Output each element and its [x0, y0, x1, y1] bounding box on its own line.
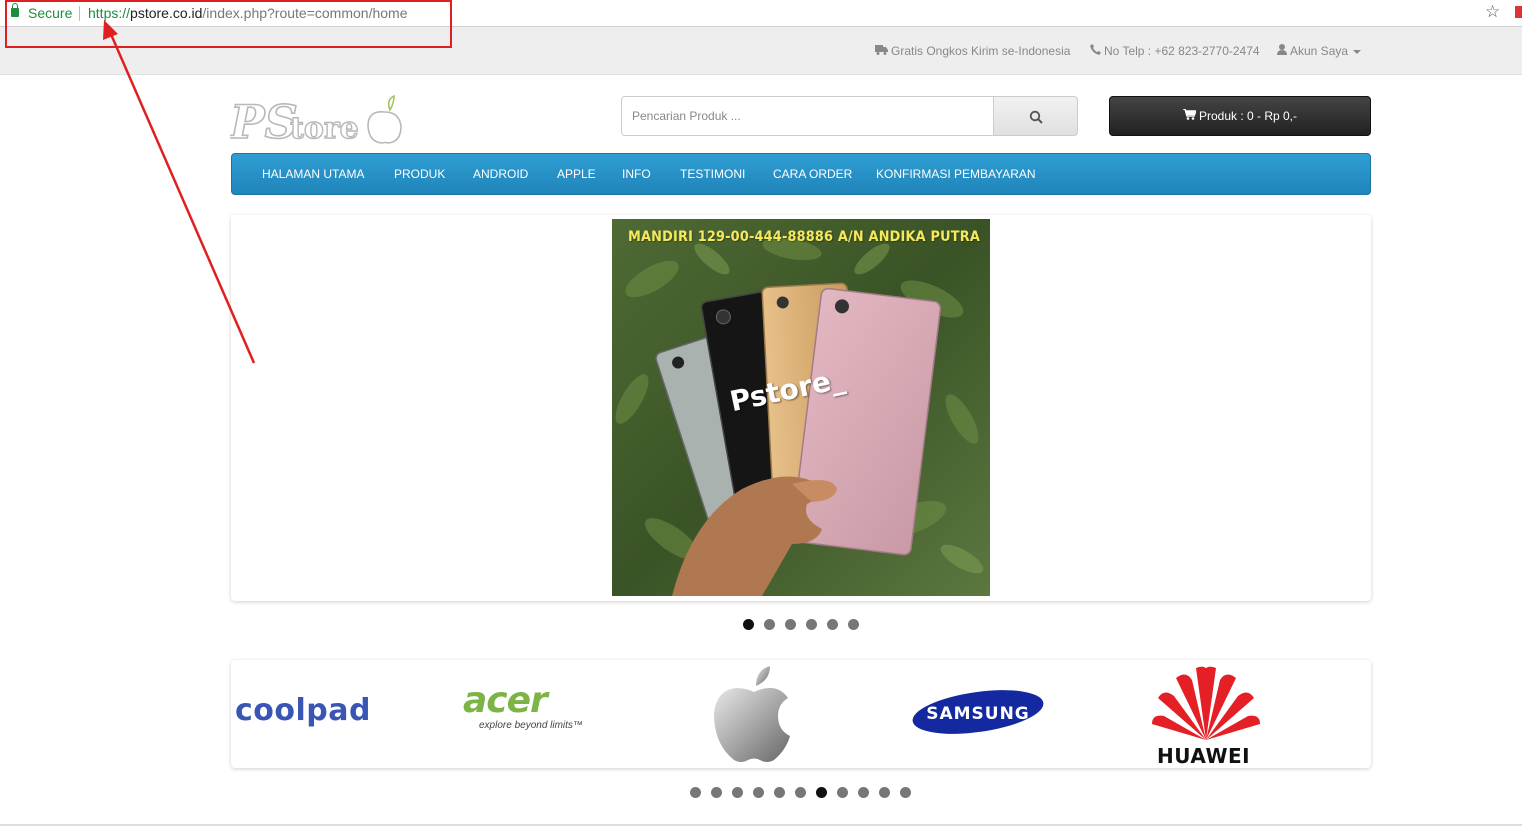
brand-pagination	[690, 787, 912, 799]
cart-icon	[1182, 97, 1198, 135]
slider-dot[interactable]	[848, 619, 859, 630]
brand-logo-samsung[interactable]: SAMSUNG	[912, 690, 1046, 741]
slider-dot[interactable]	[764, 619, 775, 630]
brand-dot[interactable]	[690, 787, 701, 798]
nav-item-halaman-utama[interactable]: HALAMAN UTAMA	[262, 167, 364, 181]
cart-button[interactable]: Produk : 0 - Rp 0,-	[1109, 96, 1371, 136]
slider-pagination	[743, 619, 859, 631]
nav-item-testimoni[interactable]: TESTIMONI	[680, 167, 745, 181]
nav-item-android[interactable]: ANDROID	[473, 167, 528, 181]
account-menu[interactable]: Akun Saya	[1277, 44, 1362, 58]
brand-dot[interactable]	[774, 787, 785, 798]
nav-item-cara-order[interactable]: CARA ORDER	[773, 167, 852, 181]
nav-item-konfirmasi-pembayaran[interactable]: KONFIRMASI PEMBAYARAN	[876, 167, 1036, 181]
phone-icon	[1090, 44, 1101, 58]
site-logo[interactable]: PS tore	[227, 92, 415, 150]
brand-logo-coolpad[interactable]: coolpad	[235, 693, 371, 728]
chevron-down-icon	[1353, 49, 1362, 54]
slider-dot[interactable]	[827, 619, 838, 630]
slider-dot[interactable]	[806, 619, 817, 630]
brand-dot[interactable]	[753, 787, 764, 798]
brand-dot[interactable]	[732, 787, 743, 798]
truck-icon	[875, 44, 888, 58]
extension-icon[interactable]	[1515, 6, 1522, 18]
brand-logo-apple[interactable]	[712, 664, 794, 767]
brand-logo-acer[interactable]: acer	[463, 680, 548, 721]
nav-item-produk[interactable]: PRODUK	[394, 167, 445, 181]
cart-label: Produk : 0 - Rp 0,-	[1198, 109, 1298, 123]
brand-dot[interactable]	[900, 787, 911, 798]
search-icon	[1029, 110, 1043, 124]
banner-account-text: MANDIRI 129-00-444-88886 A/N ANDIKA PUTR…	[628, 229, 980, 245]
acer-tagline: explore beyond limits™	[479, 720, 583, 731]
brand-dot[interactable]	[837, 787, 848, 798]
annotation-highlight-box	[5, 0, 452, 48]
brand-dot[interactable]	[711, 787, 722, 798]
svg-text:tore: tore	[290, 111, 359, 144]
huawei-wordmark: HUAWEI	[1157, 744, 1251, 768]
brand-dot[interactable]	[879, 787, 890, 798]
search-input[interactable]	[621, 96, 994, 136]
shipping-info[interactable]: Gratis Ongkos Kirim se-Indonesia	[875, 44, 1070, 58]
svg-text:PS: PS	[230, 95, 298, 144]
bookmark-star-icon[interactable]: ☆	[1485, 2, 1500, 22]
svg-text:SAMSUNG: SAMSUNG	[926, 704, 1030, 724]
phone-info[interactable]: No Telp : +62 823-2770-2474	[1090, 44, 1260, 58]
search-button[interactable]	[993, 96, 1078, 136]
nav-item-info[interactable]: INFO	[622, 167, 651, 181]
brand-dot[interactable]	[816, 787, 827, 798]
user-icon	[1277, 44, 1287, 58]
main-navigation: HALAMAN UTAMA PRODUK ANDROID APPLE INFO …	[231, 153, 1371, 195]
banner-photo[interactable]	[612, 219, 990, 596]
slider-dot[interactable]	[785, 619, 796, 630]
brand-dot[interactable]	[795, 787, 806, 798]
brand-logo-huawei[interactable]	[1150, 662, 1262, 747]
brand-dot[interactable]	[858, 787, 869, 798]
slider-dot[interactable]	[743, 619, 754, 630]
nav-item-apple[interactable]: APPLE	[557, 167, 596, 181]
